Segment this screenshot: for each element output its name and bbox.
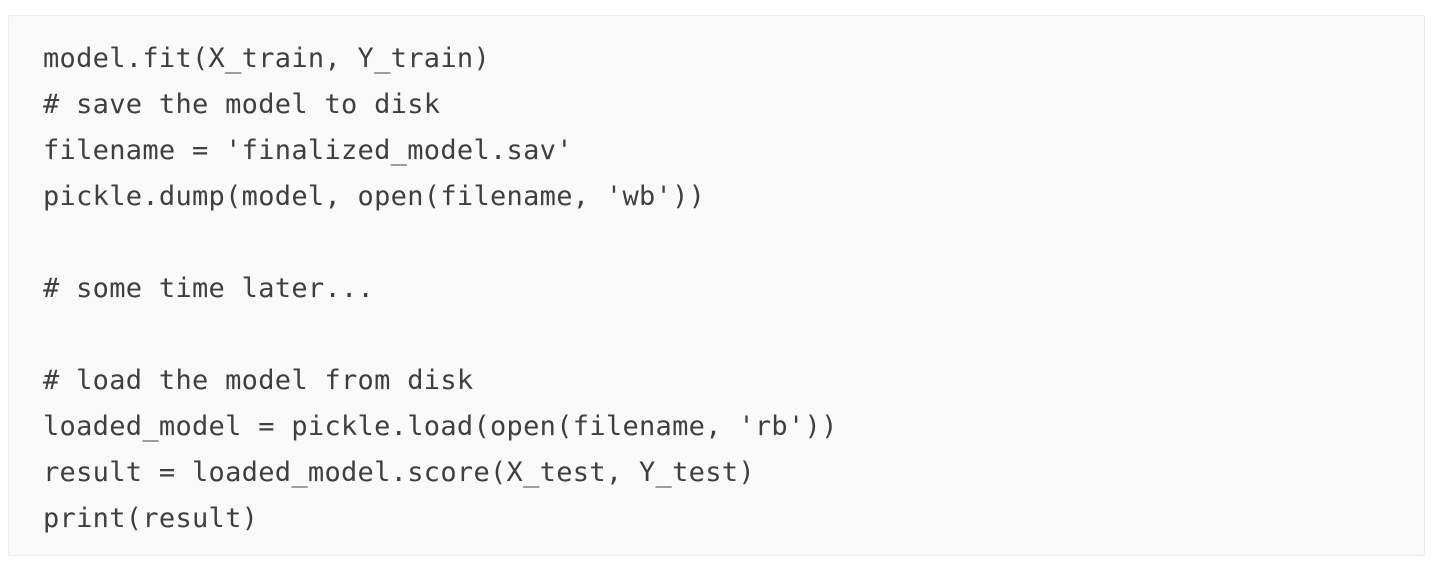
code-line-9: loaded_model = pickle.load(open(filename…	[43, 411, 838, 442]
page: model.fit(X_train, Y_train) # save the m…	[0, 0, 1444, 574]
code-line-1: model.fit(X_train, Y_train)	[43, 43, 490, 74]
code-line-3: filename = 'finalized_model.sav'	[43, 135, 573, 166]
code-line-10: result = loaded_model.score(X_test, Y_te…	[43, 457, 755, 488]
code-line-4: pickle.dump(model, open(filename, 'wb'))	[43, 181, 706, 212]
code-line-11: print(result)	[43, 503, 259, 534]
code-line-7	[43, 321, 1424, 367]
code-block: model.fit(X_train, Y_train) # save the m…	[8, 15, 1425, 556]
code-line-2: # save the model to disk	[43, 89, 441, 120]
code-line-8: # load the model from disk	[43, 365, 474, 396]
code-line-5	[43, 229, 1424, 275]
code-line-6: # some time later...	[43, 273, 375, 304]
